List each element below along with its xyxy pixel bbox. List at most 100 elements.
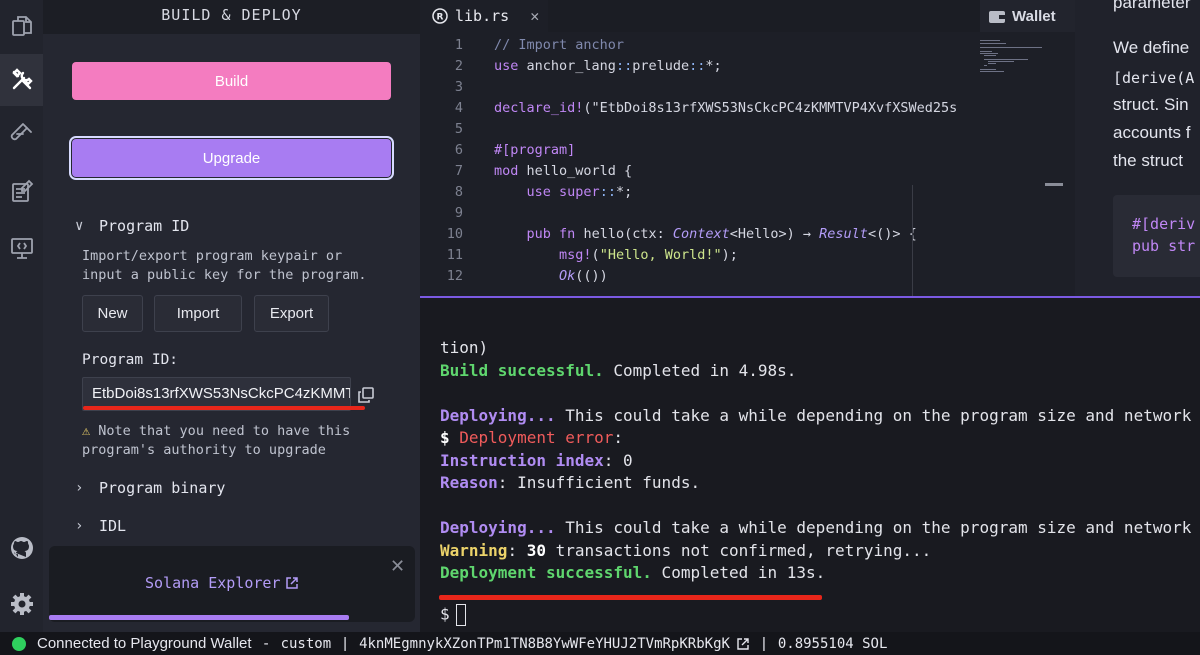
deployment-highlight-underline: [439, 595, 822, 600]
warning-icon: ⚠: [82, 423, 91, 439]
terminal-line: Deployment successful. Completed in 13s.: [440, 563, 826, 582]
code-line: 7 mod hello_world {: [420, 161, 975, 182]
doc-text-line: the struct: [1113, 151, 1183, 170]
doc-text-line: parameter: [1113, 0, 1191, 12]
line-code: Ok(()): [559, 268, 608, 284]
settings-icon[interactable]: [0, 578, 43, 630]
line-code: msg!("Hello, World!");: [559, 247, 738, 263]
sidebar-header: BUILD & DEPLOY: [43, 0, 420, 34]
endpoint-label[interactable]: custom: [281, 636, 332, 652]
import-keypair-button[interactable]: Import: [154, 295, 242, 332]
terminal-line: Deploying... This could take a while dep…: [440, 406, 1192, 425]
idl-section-title: IDL: [99, 517, 127, 535]
line-code: mod hello_world {: [494, 163, 633, 179]
line-number: 5: [454, 121, 463, 137]
code-line: 3: [420, 77, 975, 98]
code-line: 5: [420, 119, 975, 140]
program-id-highlight-underline: [83, 406, 365, 410]
export-keypair-button[interactable]: Export: [254, 295, 329, 332]
status-separator: -: [263, 635, 269, 652]
doc-code-line: pub str: [1132, 237, 1196, 255]
programs-icon[interactable]: [0, 222, 43, 274]
toast-progress-bar: [49, 615, 349, 620]
line-code: pub fn hello(ctx: Context<Hello>) → Resu…: [526, 226, 917, 242]
wallet-button[interactable]: Wallet: [980, 0, 1075, 32]
build-deploy-icon[interactable]: [0, 54, 43, 106]
indent-guide: [912, 185, 913, 296]
terminal-line: Instruction index: 0: [440, 451, 633, 470]
github-icon[interactable]: [0, 522, 43, 574]
build-button[interactable]: Build: [72, 62, 391, 100]
solana-explorer-link[interactable]: Solana Explorer: [145, 574, 299, 592]
code-line: 6 #[program]: [420, 140, 975, 161]
status-separator: |: [761, 635, 766, 652]
line-number: 11: [446, 247, 463, 263]
code-editor: R lib.rs ✕ Wallet 1// Import anchor 2 use …: [420, 0, 1075, 296]
upgrade-button[interactable]: Upgrade: [69, 136, 394, 180]
wallet-address[interactable]: 4knMEgmnykXZonTPm1TN8B8YwWFeYHUJ2TVmRpKR…: [359, 636, 730, 652]
new-keypair-button[interactable]: New: [82, 295, 143, 332]
program-binary-section-title: Program binary: [99, 479, 226, 497]
doc-text-line: struct. Sin: [1113, 95, 1189, 114]
program-id-section-title: Program ID: [99, 217, 190, 235]
doc-text-line: accounts f: [1113, 123, 1191, 142]
line-number: 12: [446, 268, 463, 284]
close-icon[interactable]: ✕: [390, 556, 405, 577]
line-number: 8: [454, 184, 463, 200]
doc-code-block: #[deriv pub str: [1113, 195, 1200, 277]
doc-text-line: We define: [1113, 38, 1190, 57]
line-number: 10: [446, 226, 463, 242]
line-code: declare_id!("EtbDoi8s13rfXWS53NsCkcPC4zK…: [494, 100, 958, 116]
copy-icon[interactable]: [357, 386, 375, 404]
line-code: use anchor_lang::prelude::*;: [494, 58, 722, 74]
program-id-description-2: input a public key for the program.: [82, 267, 367, 283]
code-line: 4 declare_id!("EtbDoi8s13rfXWS53NsCkcPC4z…: [420, 98, 975, 119]
code-line: 10 pub fn hello(ctx: Context<Hello>) → R…: [420, 224, 975, 245]
line-number: 3: [454, 79, 463, 95]
code-area[interactable]: 1 // Import anchor2 use anchor_lang::prelu…: [420, 0, 975, 296]
terminal-line: tion): [440, 338, 489, 357]
line-number: 2: [454, 58, 463, 74]
line-code: // Import anchor: [494, 37, 625, 53]
external-link-icon[interactable]: [736, 637, 750, 651]
line-code: #[program]: [494, 142, 576, 158]
build-deploy-sidebar: BUILD & DEPLOY Build Upgrade ∨ Program I…: [43, 0, 420, 632]
program-binary-section-toggle[interactable]: › Program binary: [75, 479, 225, 497]
code-line: 1 // Import anchor: [420, 35, 975, 56]
program-id-description-1: Import/export program keypair or: [82, 248, 343, 264]
external-link-icon: [286, 577, 299, 589]
terminal-line: Build successful. Completed in 4.98s.: [440, 361, 797, 380]
line-number: 6: [454, 142, 463, 158]
test-icon[interactable]: [0, 108, 43, 160]
authority-note-1: ⚠ Note that you need to have this: [82, 423, 351, 439]
line-number: 1: [454, 37, 463, 53]
idl-section-toggle[interactable]: › IDL: [75, 517, 126, 535]
tutorials-icon[interactable]: [0, 165, 43, 217]
line-number: 9: [454, 205, 463, 221]
program-id-section-toggle[interactable]: ∨ Program ID: [75, 217, 189, 235]
terminal[interactable]: tion) Build successful. Completed in 4.9…: [420, 298, 1200, 632]
terminal-line: Reason: Insufficient funds.: [440, 473, 701, 492]
program-id-label: Program ID:: [82, 352, 179, 368]
doc-code-line: #[deriv: [1132, 215, 1196, 233]
activity-bar: [0, 0, 43, 632]
chevron-right-icon: ›: [75, 480, 84, 496]
tutorial-panel: parameter We define [derive(A struct. Si…: [1075, 0, 1200, 296]
code-line: 12 Ok(()): [420, 266, 975, 287]
terminal-prompt[interactable]: $: [440, 604, 466, 626]
editor-scrollbar-thumb[interactable]: [1045, 183, 1063, 186]
code-line: 9: [420, 203, 975, 224]
connection-status[interactable]: Connected to Playground Wallet: [37, 635, 252, 652]
editor-minimap[interactable]: [980, 38, 1046, 78]
terminal-line: Warning: 30 transactions not confirmed, …: [440, 541, 932, 560]
terminal-line: $ Deployment error:: [440, 428, 624, 447]
line-number: 7: [454, 163, 463, 179]
wallet-balance: 0.8955104 SOL: [777, 635, 888, 652]
code-line: 2 use anchor_lang::prelude::*;: [420, 56, 975, 77]
code-line: 8 use super::*;: [420, 182, 975, 203]
wallet-icon: [989, 11, 1005, 23]
explorer-icon[interactable]: [0, 0, 43, 52]
doc-code-inline: [derive(A: [1113, 69, 1195, 87]
terminal-line: Deploying... This could take a while dep…: [440, 518, 1192, 537]
status-separator: |: [343, 635, 348, 652]
